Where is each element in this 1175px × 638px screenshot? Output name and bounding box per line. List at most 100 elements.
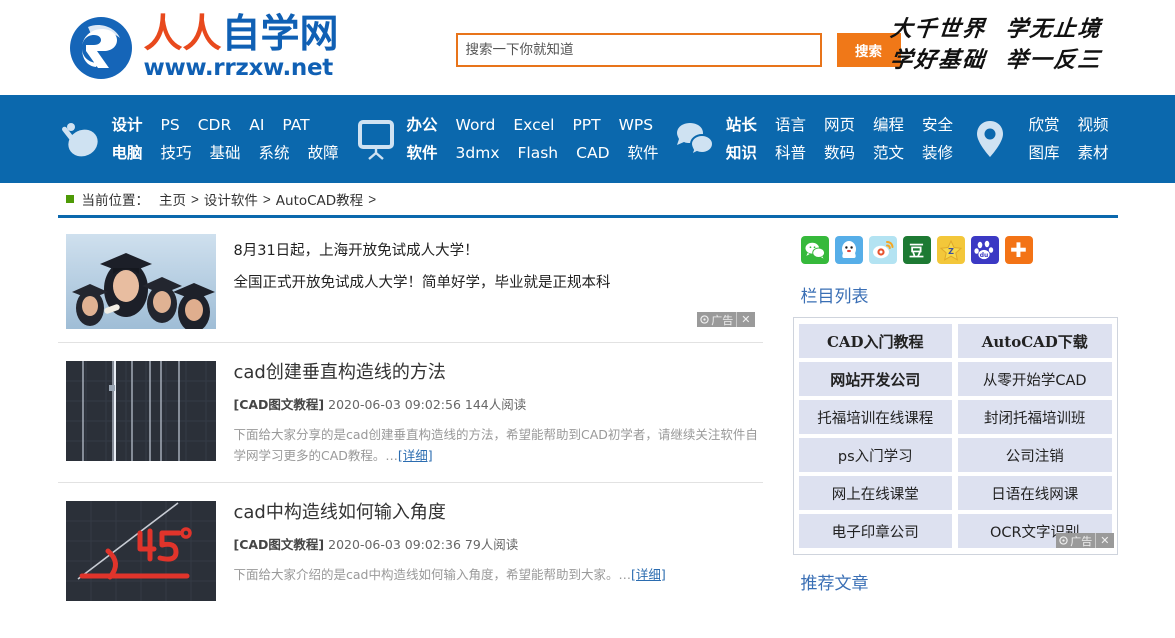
breadcrumb-item-home[interactable]: 主页	[159, 189, 186, 209]
location-pin-icon	[967, 115, 1013, 163]
article-meta: [CAD图文教程] 2020-06-03 09:02:56 144人阅读	[234, 394, 763, 413]
nav-link-0-2[interactable]: CDR	[189, 113, 241, 138]
article-item[interactable]: cad创建垂直构造线的方法 [CAD图文教程] 2020-06-03 09:02…	[57, 342, 763, 482]
search-bar[interactable]: 搜索	[455, 33, 901, 67]
category-item-2[interactable]: 网站开发公司	[798, 362, 952, 396]
nav-link-0-7[interactable]: 基础	[201, 141, 250, 166]
article-title[interactable]: cad创建垂直构造线的方法	[234, 361, 763, 385]
category-item-1[interactable]: AutoCAD下载	[958, 324, 1112, 358]
article-item[interactable]: cad中构造线如何输入角度 [CAD图文教程] 2020-06-03 09:02…	[57, 482, 763, 617]
site-logo[interactable]: 人人 自学网 www.rrzxw.net	[68, 13, 388, 83]
share-bar: 豆 Z du ✚	[793, 230, 1118, 276]
sidebar-ad-badge[interactable]: 广告 ✕	[1056, 533, 1114, 548]
nav-link-2-2[interactable]: 网页	[815, 113, 864, 138]
nav-row-1: 站长 语言 网页 编程 安全	[724, 113, 962, 138]
sidebar: 豆 Z du ✚ 栏目列表 CAD入门教程 AutoCAD下载 网站开发公司 从…	[792, 230, 1118, 617]
ad-description[interactable]: 全国正式开放免试成人大学！简单好学，毕业就是正规本科	[234, 271, 611, 295]
recommend-section-title: 推荐文章	[800, 574, 869, 594]
logo-text-blue: 自学网	[221, 11, 339, 57]
category-item-10[interactable]: 电子印章公司	[798, 514, 952, 548]
category-item-5[interactable]: 封闭托福培训班	[958, 400, 1112, 434]
category-list-box: CAD入门教程 AutoCAD下载 网站开发公司 从零开始学CAD 托福培训在线…	[792, 317, 1118, 555]
nav-link-0-5[interactable]: 电脑	[110, 141, 152, 166]
nav-link-3-2[interactable]: 图库	[1019, 141, 1068, 166]
breadcrumb-separator: >	[262, 191, 271, 207]
nav-link-2-3[interactable]: 编程	[864, 113, 913, 138]
article-category: [CAD图文教程]	[233, 537, 325, 552]
nav-link-1-2[interactable]: Excel	[504, 113, 563, 138]
baidu-icon[interactable]: du	[970, 236, 999, 264]
article-read-more[interactable]: [详细]	[631, 567, 666, 582]
nav-link-0-0[interactable]: 设计	[110, 113, 152, 138]
article-list-column: 8月31日起，上海开放免试成人大学！ 全国正式开放免试成人大学！简单好学，毕业就…	[57, 230, 763, 617]
nav-link-0-4[interactable]: PAT	[273, 113, 318, 138]
nav-row-2: 图库 素材	[1019, 141, 1117, 166]
ad-badge-label: 广告	[697, 312, 736, 328]
nav-link-1-3[interactable]: PPT	[563, 113, 609, 138]
breadcrumb-trailing: >	[368, 191, 377, 207]
breadcrumb-item-autocad[interactable]: AutoCAD教程	[276, 189, 363, 209]
nav-link-1-0[interactable]: 办公	[405, 113, 447, 138]
nav-link-1-6[interactable]: 3dmx	[447, 141, 509, 166]
nav-link-0-1[interactable]: PS	[152, 113, 189, 138]
nav-link-2-6[interactable]: 科普	[766, 141, 815, 166]
plus-glyph: ✚	[1010, 238, 1027, 262]
article-reads: 79人阅读	[464, 537, 519, 552]
nav-group-office: 办公 Word Excel PPT WPS 软件 3dmx Flash CAD …	[353, 113, 668, 166]
ad-badge[interactable]: 广告 ✕	[697, 312, 755, 328]
logo-text-orange: 人人	[143, 11, 222, 57]
sidebar-ad-close-icon[interactable]: ✕	[1095, 533, 1113, 548]
search-input[interactable]	[455, 33, 822, 67]
category-item-6[interactable]: ps入门学习	[798, 438, 952, 472]
nav-link-2-0[interactable]: 站长	[724, 113, 766, 138]
ad-thumbnail-graduates[interactable]	[65, 234, 216, 329]
sidebar-ad-badge-text: 广告	[1070, 534, 1093, 548]
nav-link-0-9[interactable]: 故障	[299, 141, 348, 166]
article-meta: [CAD图文教程] 2020-06-03 09:02:36 79人阅读	[234, 534, 763, 553]
ad-close-icon[interactable]: ✕	[736, 312, 754, 327]
nav-link-2-9[interactable]: 装修	[913, 141, 962, 166]
nav-link-2-4[interactable]: 安全	[913, 113, 962, 138]
nav-link-0-8[interactable]: 系统	[250, 141, 299, 166]
category-item-4[interactable]: 托福培训在线课程	[798, 400, 952, 434]
nav-link-3-3[interactable]: 素材	[1069, 141, 1118, 166]
nav-link-3-0[interactable]: 欣赏	[1019, 113, 1068, 138]
category-item-8[interactable]: 网上在线课堂	[798, 476, 952, 510]
nav-link-1-8[interactable]: CAD	[567, 141, 618, 166]
ad-banner[interactable]: 8月31日起，上海开放免试成人大学！ 全国正式开放免试成人大学！简单好学，毕业就…	[58, 230, 763, 342]
nav-row-2: 知识 科普 数码 范文 装修	[724, 141, 962, 166]
article-description: 下面给大家分享的是cad创建垂直构造线的方法，希望能帮助到CAD初学者，请继续关…	[234, 424, 763, 466]
nav-link-2-5[interactable]: 知识	[724, 141, 766, 166]
category-item-7[interactable]: 公司注销	[958, 438, 1112, 472]
nav-link-1-7[interactable]: Flash	[509, 141, 568, 166]
douban-icon[interactable]: 豆	[902, 236, 931, 264]
article-description-text: 下面给大家介绍的是cad中构造线如何输入角度，希望能帮助到大家。…	[233, 567, 631, 582]
article-title[interactable]: cad中构造线如何输入角度	[234, 501, 763, 525]
breadcrumb-item-design[interactable]: 设计软件	[204, 189, 258, 209]
weibo-icon[interactable]	[868, 236, 897, 264]
breadcrumb: 当前位置： 主页 > 设计软件 > AutoCAD教程 >	[57, 183, 1118, 218]
article-thumbnail-cad-vertical-lines[interactable]	[65, 361, 216, 461]
category-item-0[interactable]: CAD入门教程	[798, 324, 952, 358]
nav-link-1-4[interactable]: WPS	[610, 113, 663, 138]
ad-title[interactable]: 8月31日起，上海开放免试成人大学！	[234, 239, 611, 263]
qq-icon[interactable]	[834, 236, 863, 264]
nav-link-0-6[interactable]: 技巧	[152, 141, 201, 166]
nav-link-0-3[interactable]: AI	[240, 113, 273, 138]
nav-link-3-1[interactable]: 视频	[1069, 113, 1118, 138]
breadcrumb-marker-icon	[65, 195, 74, 203]
nav-row-2: 软件 3dmx Flash CAD 软件	[405, 141, 668, 166]
article-read-more[interactable]: [详细]	[398, 448, 433, 463]
category-item-3[interactable]: 从零开始学CAD	[958, 362, 1112, 396]
qzone-icon[interactable]: Z	[936, 236, 965, 264]
nav-link-2-1[interactable]: 语言	[766, 113, 815, 138]
nav-link-1-9[interactable]: 软件	[619, 141, 668, 166]
wechat-icon[interactable]	[800, 236, 829, 264]
nav-link-1-1[interactable]: Word	[447, 113, 505, 138]
nav-link-2-7[interactable]: 数码	[815, 141, 864, 166]
nav-link-2-8[interactable]: 范文	[864, 141, 913, 166]
more-share-icon[interactable]: ✚	[1004, 236, 1033, 264]
nav-link-1-5[interactable]: 软件	[405, 141, 447, 166]
article-thumbnail-cad-45-degree[interactable]	[65, 501, 216, 601]
category-item-9[interactable]: 日语在线网课	[958, 476, 1112, 510]
